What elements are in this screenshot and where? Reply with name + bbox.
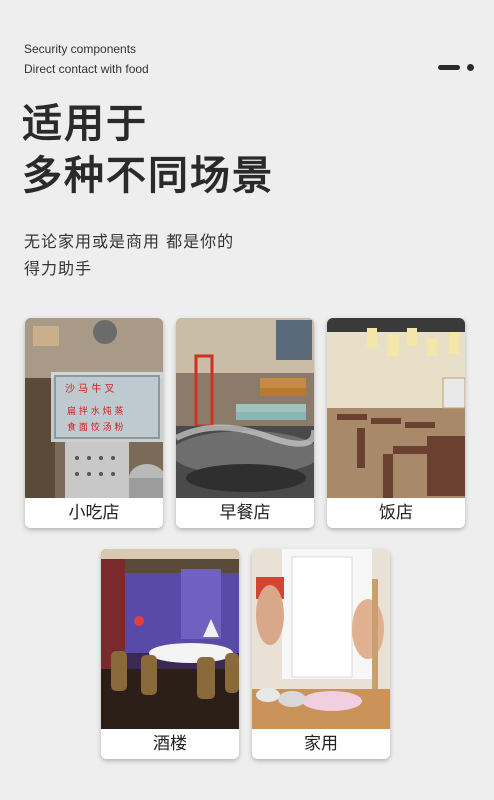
snack-shop-photo: 沙 马 牛 叉 扁 拌 水 炖 蒸 食 面 饺 汤 粉	[25, 318, 163, 498]
svg-text:沙 马 牛 叉: 沙 马 牛 叉	[65, 382, 115, 395]
svg-text:扁 拌 水 炖 蒸: 扁 拌 水 炖 蒸	[67, 405, 123, 417]
scene-label-banquet-hall: 酒楼	[101, 729, 239, 759]
headline-line2: 多种不同场景	[22, 153, 274, 199]
scene-card-restaurant: 饭店	[327, 318, 465, 528]
menu-icon	[438, 64, 474, 72]
description-line1: 无论家用或是商用 都是你的	[24, 232, 235, 251]
headline-line1: 适用于	[22, 101, 148, 147]
banquet-hall-photo	[101, 549, 239, 729]
scene-label-breakfast-shop: 早餐店	[176, 498, 314, 528]
subtitle-english-line2: Direct contact with food	[24, 62, 149, 76]
scene-label-restaurant: 饭店	[327, 498, 465, 528]
restaurant-photo	[327, 318, 465, 498]
svg-text:食 面 饺 汤 粉: 食 面 饺 汤 粉	[67, 421, 123, 433]
scene-label-snack-shop: 小吃店	[25, 498, 163, 528]
scene-label-home: 家用	[252, 729, 390, 759]
scene-card-home: 家用	[252, 549, 390, 759]
subtitle-english-line1: Security components	[24, 42, 137, 56]
scene-card-banquet-hall: 酒楼	[101, 549, 239, 759]
home-kitchen-photo	[252, 549, 390, 729]
scene-card-breakfast-shop: 早餐店	[176, 318, 314, 528]
scene-card-snack-shop: 沙 马 牛 叉 扁 拌 水 炖 蒸 食 面 饺 汤 粉 小吃店	[25, 318, 163, 528]
breakfast-shop-photo	[176, 318, 314, 498]
description-line2: 得力助手	[24, 259, 93, 278]
